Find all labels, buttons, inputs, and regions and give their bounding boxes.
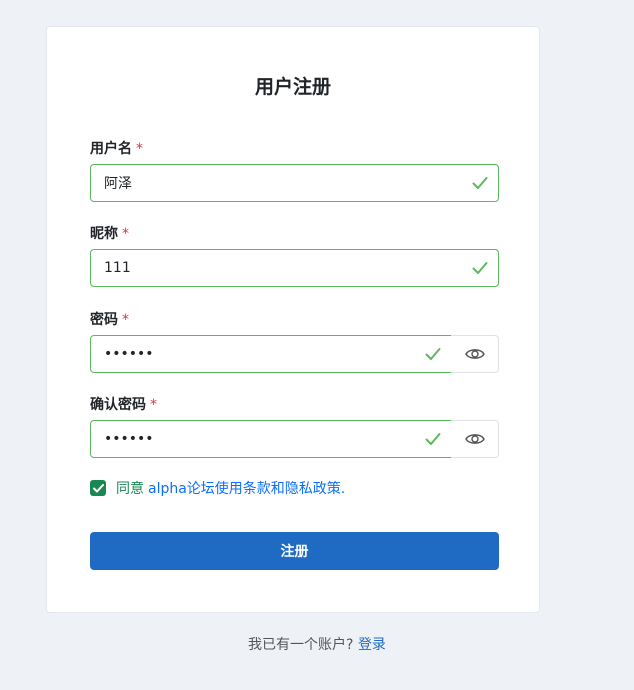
check-icon <box>472 177 488 189</box>
nickname-label: 昵称 * <box>90 223 129 243</box>
checkbox-checked-icon <box>92 483 104 492</box>
required-mark: * <box>150 397 157 413</box>
eye-icon <box>464 434 485 444</box>
toggle-confirm-password-visibility-button[interactable] <box>451 420 499 458</box>
check-icon <box>425 348 441 360</box>
required-mark: * <box>122 312 129 328</box>
required-mark: * <box>136 141 143 157</box>
confirm-password-input[interactable] <box>91 421 451 457</box>
register-button[interactable]: 注册 <box>90 532 499 570</box>
login-prompt: 我已有一个账户? 登录 <box>0 634 634 654</box>
required-mark: * <box>122 226 129 242</box>
terms-link[interactable]: alpha论坛使用条款和隐私政策. <box>148 478 345 498</box>
username-label-text: 用户名 <box>90 141 132 157</box>
agree-terms-row: 同意 alpha论坛使用条款和隐私政策. <box>90 478 345 498</box>
confirm-password-field <box>90 420 499 458</box>
agree-text: 同意 <box>116 481 144 497</box>
eye-icon <box>464 349 485 359</box>
agree-checkbox[interactable] <box>90 480 106 496</box>
username-label: 用户名 * <box>90 138 143 158</box>
register-card: 用户注册 用户名* 昵称* 密码* <box>46 26 540 613</box>
login-link[interactable]: 登录 <box>358 637 386 653</box>
nickname-label-text: 昵称 <box>90 226 118 242</box>
nickname-input-box <box>90 249 499 287</box>
password-label: 密码 * <box>90 309 129 329</box>
username-input-box <box>90 164 499 202</box>
nickname-field <box>90 249 499 287</box>
nickname-input[interactable] <box>91 250 498 286</box>
password-field <box>90 335 499 373</box>
login-prompt-text: 我已有一个账户? <box>248 637 354 653</box>
check-icon <box>472 262 488 274</box>
confirm-password-label: 确认密码 * <box>90 394 157 414</box>
password-input-box <box>90 335 452 373</box>
username-input[interactable] <box>91 165 498 201</box>
check-icon <box>425 433 441 445</box>
password-input[interactable] <box>91 336 451 372</box>
page-title: 用户注册 <box>254 76 331 98</box>
toggle-password-visibility-button[interactable] <box>451 335 499 373</box>
username-field <box>90 164 499 202</box>
confirm-password-input-box <box>90 420 452 458</box>
confirm-password-label-text: 确认密码 <box>90 397 146 413</box>
password-label-text: 密码 <box>90 312 118 328</box>
